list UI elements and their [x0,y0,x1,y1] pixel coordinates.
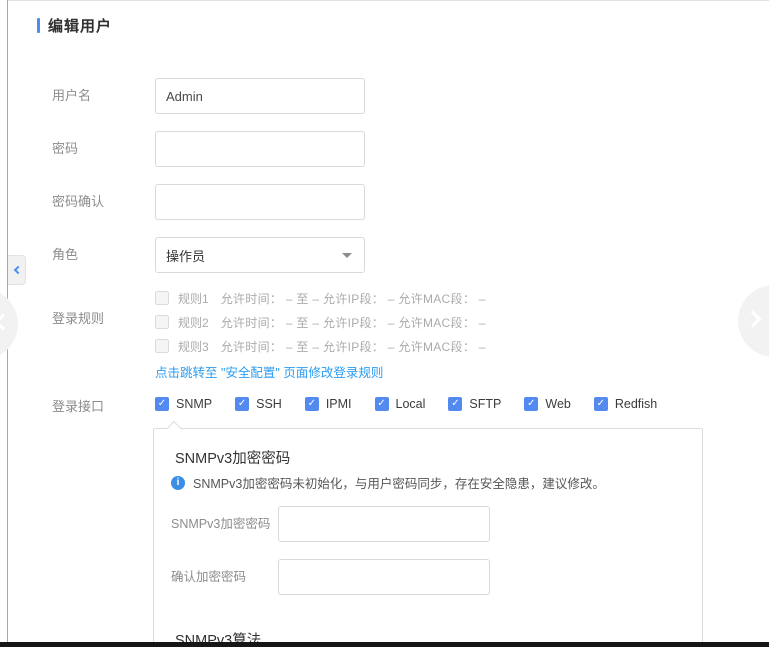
window-bottom-edge [0,642,769,647]
password-confirm-input[interactable] [155,184,365,220]
check-icon: ✓ [377,399,385,409]
snmpv3-password-label: SNMPv3加密密码 [171,506,270,542]
redfish-checkbox[interactable]: ✓ [594,397,608,411]
page-title: 编辑用户 [48,15,112,36]
interface-local-label: Local [396,397,426,411]
check-icon: ✓ [527,399,535,409]
username-input[interactable] [155,78,365,114]
role-select-value: 操作员 [166,246,342,265]
role-label: 角色 [52,237,78,273]
interface-snmp-label: SNMP [176,397,212,411]
rule3-checkbox[interactable]: ✓ [155,339,169,353]
password-confirm-label: 密码确认 [52,184,104,220]
ipmi-checkbox[interactable]: ✓ [305,397,319,411]
interface-web[interactable]: ✓ Web [524,397,570,411]
password-input[interactable] [155,131,365,167]
rule2-checkbox[interactable]: ✓ [155,315,169,329]
panel-caret-up-icon [167,421,181,435]
login-rule-row-3: ✓ 规则3 允许时间： – 至 – 允许IP段： – 允许MAC段： – [155,334,486,358]
snmpv3-confirm-label: 确认加密密码 [171,559,246,595]
security-config-link[interactable]: 点击跳转至 "安全配置" 页面修改登录规则 [155,362,383,381]
rule1-name: 规则1 [178,290,209,307]
snmpv3-panel-title: SNMPv3加密密码 [175,447,290,468]
chevron-right-icon [745,311,762,328]
rule3-detail: 允许时间： – 至 – 允许IP段： – 允许MAC段： – [221,338,486,355]
interface-snmp[interactable]: ✓ SNMP [155,397,212,411]
login-interfaces-row: ✓ SNMP ✓ SSH ✓ IPMI ✓ Local ✓ SFTP ✓ Web… [155,397,680,411]
login-rule-row-2: ✓ 规则2 允许时间： – 至 – 允许IP段： – 允许MAC段： – [155,310,486,334]
window-top-edge [8,0,769,1]
interface-ipmi[interactable]: ✓ IPMI [305,397,352,411]
rule1-checkbox[interactable]: ✓ [155,291,169,305]
interface-local[interactable]: ✓ Local [375,397,426,411]
login-rules-list: ✓ 规则1 允许时间： – 至 – 允许IP段： – 允许MAC段： – ✓ 规… [155,286,486,358]
login-rules-label: 登录规则 [52,301,104,337]
rule2-detail: 允许时间： – 至 – 允许IP段： – 允许MAC段： – [221,314,486,331]
snmpv3-password-input[interactable] [278,506,490,542]
rule1-detail: 允许时间： – 至 – 允许IP段： – 允许MAC段： – [221,290,486,307]
interface-ssh-label: SSH [256,397,282,411]
rule2-name: 规则2 [178,314,209,331]
interface-redfish-label: Redfish [615,397,657,411]
ssh-checkbox[interactable]: ✓ [235,397,249,411]
interface-web-label: Web [545,397,570,411]
check-icon: ✓ [451,399,459,409]
edit-user-page: 编辑用户 用户名 密码 密码确认 角色 操作员 登录规则 ✓ 规则1 允许时间：… [0,0,769,647]
snmpv3-confirm-input[interactable] [278,559,490,595]
info-icon: i [171,476,185,490]
interface-ssh[interactable]: ✓ SSH [235,397,282,411]
sftp-checkbox[interactable]: ✓ [448,397,462,411]
title-accent-bar [37,18,40,33]
web-checkbox[interactable]: ✓ [524,397,538,411]
sidebar-collapse-tab[interactable] [8,255,26,285]
login-interfaces-label: 登录接口 [52,389,104,425]
login-rule-row-1: ✓ 规则1 允许时间： – 至 – 允许IP段： – 允许MAC段： – [155,286,486,310]
page-title-block: 编辑用户 [37,15,112,36]
local-checkbox[interactable]: ✓ [375,397,389,411]
interface-ipmi-label: IPMI [326,397,352,411]
snmp-checkbox[interactable]: ✓ [155,397,169,411]
password-label: 密码 [52,131,78,167]
username-label: 用户名 [52,78,91,114]
role-select[interactable]: 操作员 [155,237,365,273]
chevron-left-icon [14,266,22,274]
check-icon: ✓ [308,399,316,409]
interface-sftp[interactable]: ✓ SFTP [448,397,501,411]
check-icon: ✓ [238,399,246,409]
snmpv3-notice-text: SNMPv3加密密码未初始化，与用户密码同步，存在安全隐患，建议修改。 [193,473,605,492]
dropdown-caret-icon [342,253,352,258]
carousel-prev-button[interactable] [0,288,18,360]
chevron-left-icon [0,314,11,331]
check-icon: ✓ [597,399,605,409]
interface-sftp-label: SFTP [469,397,501,411]
snmpv3-panel: SNMPv3加密密码 i SNMPv3加密密码未初始化，与用户密码同步，存在安全… [153,428,703,647]
snmpv3-notice: i SNMPv3加密密码未初始化，与用户密码同步，存在安全隐患，建议修改。 [171,473,605,492]
interface-redfish[interactable]: ✓ Redfish [594,397,657,411]
rule3-name: 规则3 [178,338,209,355]
carousel-next-button[interactable] [738,285,769,357]
check-icon: ✓ [158,399,166,409]
